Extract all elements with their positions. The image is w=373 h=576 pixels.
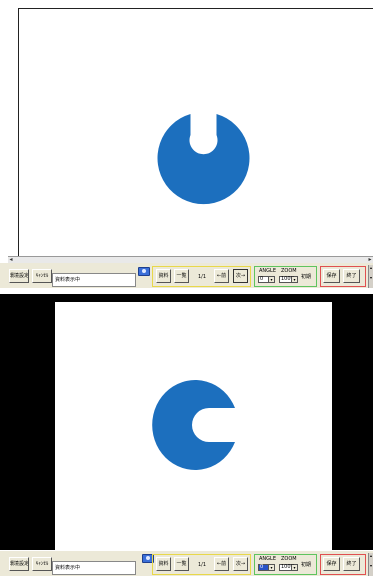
- angle-select[interactable]: 0 ▾: [258, 276, 275, 283]
- list-button[interactable]: 一覧: [174, 269, 189, 283]
- cancel-button[interactable]: ｷｬﾝｾﾙ: [32, 557, 52, 571]
- horizontal-scrollbar[interactable]: ◂ ▸: [8, 256, 373, 263]
- env-settings-button[interactable]: 環境設定: [9, 557, 29, 571]
- viewer-panel-top: ◂ ▸ 環境設定 ｷｬﾝｾﾙ 資料表示中 資料 一覧 1/1 ←前 次→ ANG…: [0, 0, 373, 288]
- bottom-toolbar: 環境設定 ｷｬﾝｾﾙ 資料表示中 資料 一覧 1/1 ←前 次→ ANGLE Z…: [0, 551, 373, 576]
- rotated-c-glyph: [157, 114, 250, 205]
- image-viewer: [0, 294, 373, 550]
- reset-button[interactable]: 初期: [301, 562, 311, 568]
- image-canvas: [55, 302, 332, 550]
- next-button[interactable]: 次→: [233, 269, 248, 283]
- next-button[interactable]: 次→: [233, 557, 248, 571]
- page-indicator: 1/1: [198, 274, 207, 280]
- angle-label: ANGLE: [259, 268, 276, 274]
- prev-button[interactable]: ←前: [214, 269, 229, 283]
- chevron-down-icon[interactable]: ▾: [268, 565, 274, 570]
- save-button[interactable]: 保存: [323, 557, 340, 571]
- angle-value: 0: [260, 276, 264, 282]
- angle-label: ANGLE: [259, 556, 276, 562]
- zoom-label: ZOOM: [281, 268, 297, 274]
- zoom-select[interactable]: 100% ▾: [279, 276, 298, 283]
- vertical-scrollbar[interactable]: ▴ ▾: [368, 553, 373, 576]
- image-viewer: [0, 0, 373, 256]
- angle-select[interactable]: 0 ▾: [258, 564, 275, 571]
- material-button[interactable]: 資料: [156, 269, 171, 283]
- status-field: 資料表示中: [52, 273, 136, 287]
- bottom-toolbar: 環境設定 ｷｬﾝｾﾙ 資料表示中 資料 一覧 1/1 ←前 次→ ANGLE Z…: [0, 263, 373, 288]
- status-field: 資料表示中: [52, 561, 136, 575]
- vertical-scrollbar[interactable]: ▴ ▾: [368, 265, 373, 288]
- zoom-select[interactable]: 100% ▾: [279, 564, 298, 571]
- save-button[interactable]: 保存: [323, 269, 340, 283]
- cancel-button[interactable]: ｷｬﾝｾﾙ: [32, 269, 52, 283]
- image-frame: [18, 8, 373, 256]
- camera-icon[interactable]: [138, 267, 150, 276]
- chevron-down-icon[interactable]: ▾: [268, 277, 274, 282]
- c-glyph: [152, 380, 235, 470]
- viewer-panel-bottom: 環境設定 ｷｬﾝｾﾙ 資料表示中 資料 一覧 1/1 ←前 次→ ANGLE Z…: [0, 294, 373, 576]
- env-settings-button[interactable]: 環境設定: [9, 269, 29, 283]
- reset-button[interactable]: 初期: [301, 274, 311, 280]
- chevron-down-icon[interactable]: ▾: [291, 277, 297, 282]
- angle-value: 0: [260, 564, 264, 570]
- zoom-label: ZOOM: [281, 556, 297, 562]
- prev-button[interactable]: ←前: [214, 557, 229, 571]
- material-button[interactable]: 資料: [156, 557, 171, 571]
- list-button[interactable]: 一覧: [174, 557, 189, 571]
- page-indicator: 1/1: [198, 562, 207, 568]
- chevron-down-icon[interactable]: ▾: [291, 565, 297, 570]
- exit-button[interactable]: 終了: [343, 269, 360, 283]
- exit-button[interactable]: 終了: [343, 557, 360, 571]
